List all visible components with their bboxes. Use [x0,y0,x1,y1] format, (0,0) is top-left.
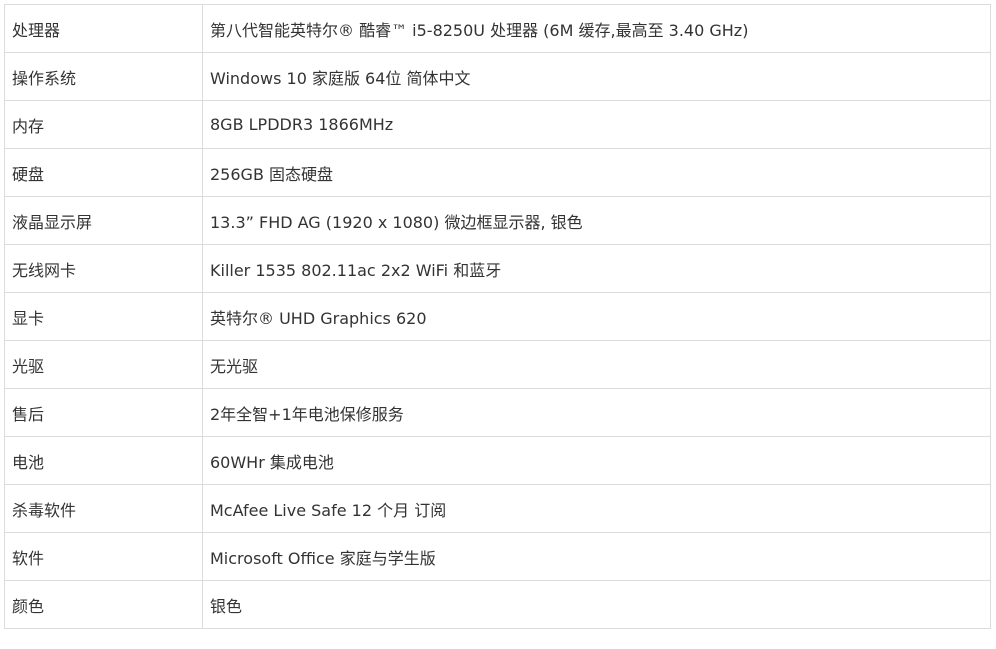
spec-row-display: 液晶显示屏 13.3” FHD AG (1920 x 1080) 微边框显示器,… [4,196,991,245]
spec-row-processor: 处理器 第八代智能英特尔® 酷睿™ i5-8250U 处理器 (6M 缓存,最高… [4,4,991,53]
spec-label: 光驱 [4,340,203,389]
spec-row-graphics: 显卡 英特尔® UHD Graphics 620 [4,292,991,341]
spec-value: 无光驱 [202,340,991,389]
spec-label: 无线网卡 [4,244,203,293]
spec-row-os: 操作系统 Windows 10 家庭版 64位 简体中文 [4,52,991,101]
spec-label: 处理器 [4,4,203,53]
spec-row-memory: 内存 8GB LPDDR3 1866MHz [4,100,991,149]
spec-value: 第八代智能英特尔® 酷睿™ i5-8250U 处理器 (6M 缓存,最高至 3.… [202,4,991,53]
spec-label: 液晶显示屏 [4,196,203,245]
spec-label: 售后 [4,388,203,437]
spec-label: 软件 [4,532,203,581]
spec-row-battery: 电池 60WHr 集成电池 [4,436,991,485]
spec-value: Killer 1535 802.11ac 2x2 WiFi 和蓝牙 [202,244,991,293]
spec-value: 256GB 固态硬盘 [202,148,991,197]
spec-row-color: 颜色 银色 [4,580,991,629]
spec-row-warranty: 售后 2年全智+1年电池保修服务 [4,388,991,437]
spec-row-antivirus: 杀毒软件 McAfee Live Safe 12 个月 订阅 [4,484,991,533]
spec-row-wireless: 无线网卡 Killer 1535 802.11ac 2x2 WiFi 和蓝牙 [4,244,991,293]
spec-value: 银色 [202,580,991,629]
spec-value: Microsoft Office 家庭与学生版 [202,532,991,581]
spec-value: 60WHr 集成电池 [202,436,991,485]
spec-value: Windows 10 家庭版 64位 简体中文 [202,52,991,101]
spec-row-software: 软件 Microsoft Office 家庭与学生版 [4,532,991,581]
spec-label: 电池 [4,436,203,485]
spec-row-storage: 硬盘 256GB 固态硬盘 [4,148,991,197]
spec-label: 硬盘 [4,148,203,197]
spec-value: 2年全智+1年电池保修服务 [202,388,991,437]
spec-row-optical-drive: 光驱 无光驱 [4,340,991,389]
spec-value: 8GB LPDDR3 1866MHz [202,100,991,149]
spec-value: McAfee Live Safe 12 个月 订阅 [202,484,991,533]
spec-value: 13.3” FHD AG (1920 x 1080) 微边框显示器, 银色 [202,196,991,245]
spec-table: 处理器 第八代智能英特尔® 酷睿™ i5-8250U 处理器 (6M 缓存,最高… [4,4,991,629]
spec-table-body: 处理器 第八代智能英特尔® 酷睿™ i5-8250U 处理器 (6M 缓存,最高… [4,4,991,629]
spec-label: 操作系统 [4,52,203,101]
spec-label: 杀毒软件 [4,484,203,533]
spec-label: 显卡 [4,292,203,341]
spec-label: 颜色 [4,580,203,629]
spec-value: 英特尔® UHD Graphics 620 [202,292,991,341]
spec-label: 内存 [4,100,203,149]
